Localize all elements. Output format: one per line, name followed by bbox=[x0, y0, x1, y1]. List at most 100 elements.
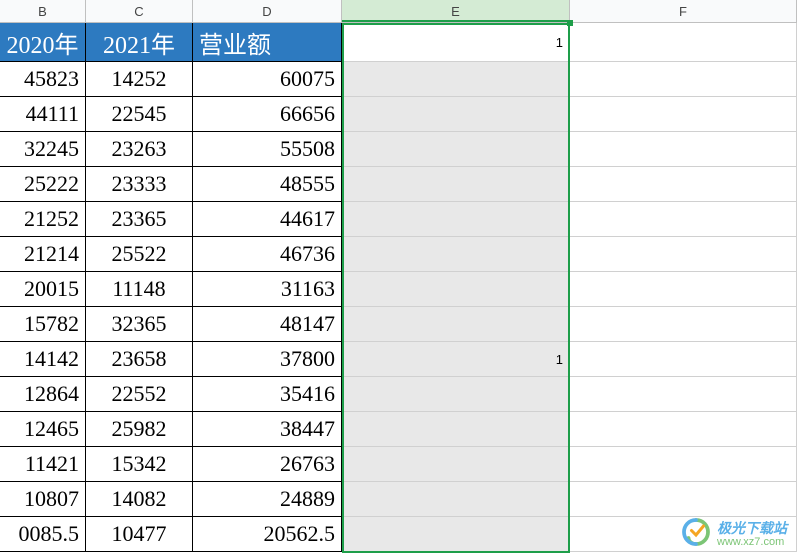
header-row: 2020年 2021年 营业额 1 bbox=[0, 23, 797, 62]
cell-e[interactable] bbox=[342, 517, 570, 552]
cell[interactable]: 31163 bbox=[193, 272, 342, 307]
table-row: 32245 23263 55508 bbox=[0, 132, 797, 167]
cell[interactable]: 21214 bbox=[0, 237, 86, 272]
table-row: 0085.5 10477 20562.5 bbox=[0, 517, 797, 552]
table-row: 20015 11148 31163 bbox=[0, 272, 797, 307]
header-revenue[interactable]: 营业额 bbox=[193, 23, 342, 62]
grid: 2020年 2021年 营业额 1 45823 14252 60075 4411… bbox=[0, 23, 797, 552]
cell[interactable]: 32365 bbox=[86, 307, 193, 342]
cell[interactable]: 23333 bbox=[86, 167, 193, 202]
table-row: 10807 14082 24889 bbox=[0, 482, 797, 517]
cell[interactable]: 48555 bbox=[193, 167, 342, 202]
col-header-b[interactable]: B bbox=[0, 0, 86, 22]
cell[interactable]: 15782 bbox=[0, 307, 86, 342]
cell-e[interactable] bbox=[342, 272, 570, 307]
cell[interactable]: 10477 bbox=[86, 517, 193, 552]
cell-e[interactable] bbox=[342, 412, 570, 447]
cell-f[interactable] bbox=[570, 132, 797, 167]
cell[interactable]: 25522 bbox=[86, 237, 193, 272]
logo-icon bbox=[681, 517, 711, 552]
cell-e[interactable] bbox=[342, 307, 570, 342]
cell-f[interactable] bbox=[570, 237, 797, 272]
col-header-e[interactable]: E bbox=[342, 0, 570, 22]
table-row: 11421 15342 26763 bbox=[0, 447, 797, 482]
cell[interactable]: 32245 bbox=[0, 132, 86, 167]
cell-e[interactable] bbox=[342, 62, 570, 97]
table-row: 45823 14252 60075 bbox=[0, 62, 797, 97]
header-2021[interactable]: 2021年 bbox=[86, 23, 193, 62]
cell[interactable]: 66656 bbox=[193, 97, 342, 132]
cell-f[interactable] bbox=[570, 97, 797, 132]
column-headers: B C D E F bbox=[0, 0, 797, 23]
cell-f[interactable] bbox=[570, 272, 797, 307]
cell[interactable]: 46736 bbox=[193, 237, 342, 272]
col-header-c[interactable]: C bbox=[86, 0, 193, 22]
table-row: 21214 25522 46736 bbox=[0, 237, 797, 272]
cell[interactable]: 23365 bbox=[86, 202, 193, 237]
cell-e[interactable] bbox=[342, 167, 570, 202]
fill-handle[interactable] bbox=[567, 20, 573, 26]
cell[interactable]: 14082 bbox=[86, 482, 193, 517]
cell-e[interactable] bbox=[342, 97, 570, 132]
cell-f[interactable] bbox=[570, 377, 797, 412]
cell-e[interactable] bbox=[342, 237, 570, 272]
cell[interactable]: 20015 bbox=[0, 272, 86, 307]
table-row: 12465 25982 38447 bbox=[0, 412, 797, 447]
watermark-title: 极光下载站 bbox=[717, 521, 787, 536]
cell[interactable]: 10807 bbox=[0, 482, 86, 517]
cell[interactable]: 23658 bbox=[86, 342, 193, 377]
cell-e1[interactable]: 1 bbox=[342, 23, 570, 62]
cell-e9[interactable]: 1 bbox=[342, 342, 570, 377]
cell-f[interactable] bbox=[570, 167, 797, 202]
cell[interactable]: 0085.5 bbox=[0, 517, 86, 552]
cell[interactable]: 23263 bbox=[86, 132, 193, 167]
cell[interactable]: 14142 bbox=[0, 342, 86, 377]
cell-f[interactable] bbox=[570, 447, 797, 482]
table-row: 14142 23658 37800 1 bbox=[0, 342, 797, 377]
cell[interactable]: 60075 bbox=[193, 62, 342, 97]
table-row: 44111 22545 66656 bbox=[0, 97, 797, 132]
cell[interactable]: 22552 bbox=[86, 377, 193, 412]
cell[interactable]: 20562.5 bbox=[193, 517, 342, 552]
cell[interactable]: 45823 bbox=[0, 62, 86, 97]
cell[interactable]: 35416 bbox=[193, 377, 342, 412]
cell[interactable]: 38447 bbox=[193, 412, 342, 447]
cell[interactable]: 26763 bbox=[193, 447, 342, 482]
cell[interactable]: 12864 bbox=[0, 377, 86, 412]
watermark: 极光下载站 www.xz7.com bbox=[681, 517, 787, 552]
table-row: 21252 23365 44617 bbox=[0, 202, 797, 237]
cell[interactable]: 44111 bbox=[0, 97, 86, 132]
cell[interactable]: 24889 bbox=[193, 482, 342, 517]
cell-f[interactable] bbox=[570, 307, 797, 342]
cell-e[interactable] bbox=[342, 202, 570, 237]
cell[interactable]: 21252 bbox=[0, 202, 86, 237]
cell-e[interactable] bbox=[342, 377, 570, 412]
cell[interactable]: 11421 bbox=[0, 447, 86, 482]
table-row: 15782 32365 48147 bbox=[0, 307, 797, 342]
cell[interactable]: 22545 bbox=[86, 97, 193, 132]
header-2020[interactable]: 2020年 bbox=[0, 23, 86, 62]
cell[interactable]: 48147 bbox=[193, 307, 342, 342]
cell[interactable]: 25222 bbox=[0, 167, 86, 202]
cell-e[interactable] bbox=[342, 132, 570, 167]
cell-f[interactable] bbox=[570, 482, 797, 517]
cell[interactable]: 14252 bbox=[86, 62, 193, 97]
cell[interactable]: 25982 bbox=[86, 412, 193, 447]
cell[interactable]: 44617 bbox=[193, 202, 342, 237]
cell[interactable]: 11148 bbox=[86, 272, 193, 307]
cell-f[interactable] bbox=[570, 342, 797, 377]
cell[interactable]: 12465 bbox=[0, 412, 86, 447]
cell-f[interactable] bbox=[570, 412, 797, 447]
watermark-url: www.xz7.com bbox=[717, 536, 787, 548]
cell-f[interactable] bbox=[570, 62, 797, 97]
col-header-f[interactable]: F bbox=[570, 0, 797, 22]
cell[interactable]: 15342 bbox=[86, 447, 193, 482]
cell-e[interactable] bbox=[342, 447, 570, 482]
cell-f1[interactable] bbox=[570, 23, 797, 62]
cell-f[interactable] bbox=[570, 202, 797, 237]
cell[interactable]: 55508 bbox=[193, 132, 342, 167]
cell-e[interactable] bbox=[342, 482, 570, 517]
cell[interactable]: 37800 bbox=[193, 342, 342, 377]
watermark-text: 极光下载站 www.xz7.com bbox=[717, 521, 787, 548]
col-header-d[interactable]: D bbox=[193, 0, 342, 22]
